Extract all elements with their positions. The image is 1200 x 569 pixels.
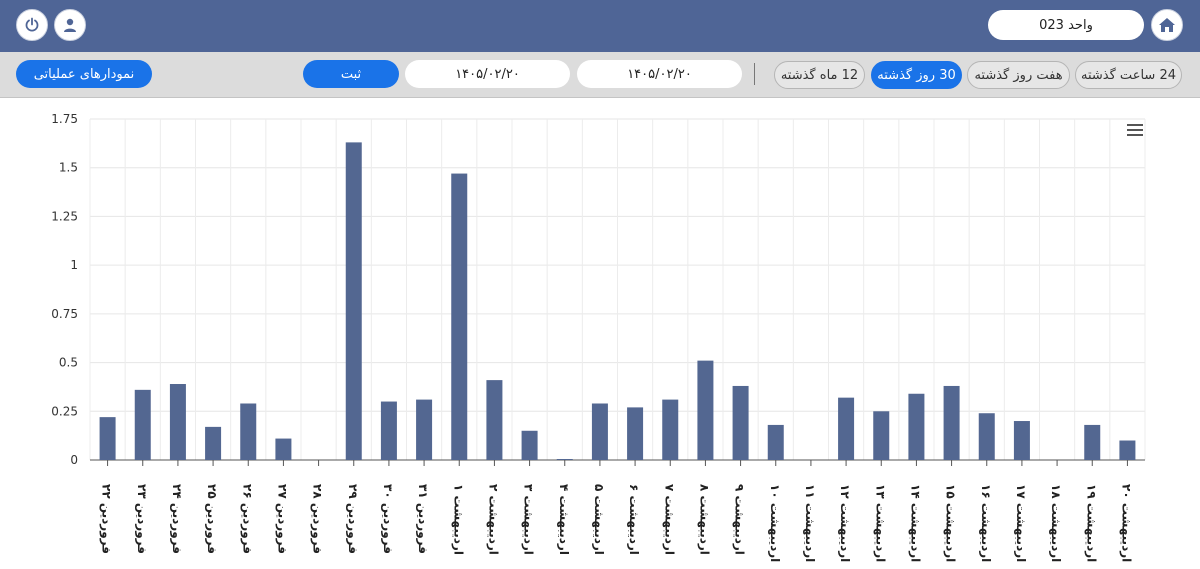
x-tick-label: اردیبهشت ۱۸ bbox=[1049, 484, 1063, 562]
bar bbox=[1084, 424, 1101, 460]
x-tick-label: اردیبهشت ۱۶ bbox=[979, 484, 993, 562]
bar bbox=[838, 397, 855, 460]
toolbar-separator bbox=[754, 63, 755, 85]
bar bbox=[556, 459, 573, 460]
x-tick-label: اردیبهشت ۱۵ bbox=[944, 484, 958, 562]
range-7-days-button[interactable]: هفت روز گذشته bbox=[967, 61, 1070, 89]
x-tick-label: فروردین ۲۲ bbox=[99, 484, 114, 554]
date-to-field[interactable]: ۱۴۰۵/۰۲/۲۰ bbox=[405, 60, 570, 88]
home-button[interactable] bbox=[1151, 9, 1183, 41]
submit-button[interactable]: ثبت bbox=[303, 60, 399, 88]
unit-label: واحد 023 bbox=[988, 10, 1144, 40]
x-tick-label: اردیبهشت ۷ bbox=[662, 484, 676, 555]
bar bbox=[416, 399, 433, 460]
y-tick-label: 0.5 bbox=[59, 356, 78, 370]
x-tick-label: اردیبهشت ۵ bbox=[592, 484, 606, 555]
bar-chart: 0 0.25 0.5 0.75 1 1.25 1.5 1.75 فروردین ۲۲ فروردی… bbox=[51, 112, 1146, 562]
bar bbox=[943, 385, 960, 460]
y-tick-label: 1 bbox=[70, 258, 78, 272]
bar bbox=[1119, 440, 1136, 460]
bar bbox=[767, 424, 784, 460]
bar bbox=[345, 142, 362, 460]
bar bbox=[978, 413, 995, 460]
power-button[interactable] bbox=[16, 9, 48, 41]
bar bbox=[591, 403, 608, 460]
x-tick-label: اردیبهشت ۶ bbox=[627, 484, 641, 555]
x-tick-label: اردیبهشت ۲ bbox=[486, 484, 500, 555]
bar bbox=[697, 360, 714, 460]
x-tick-label: اردیبهشت ۱۱ bbox=[803, 484, 817, 562]
range-30-days-button[interactable]: 30 روز گذشته bbox=[871, 61, 962, 89]
bar bbox=[451, 173, 468, 460]
bar bbox=[134, 389, 151, 460]
x-tick-label: فروردین ۲۹ bbox=[345, 484, 360, 554]
bar bbox=[275, 438, 292, 460]
x-tick-label: فروردین ۲۵ bbox=[204, 484, 219, 554]
x-tick-label: اردیبهشت ۱۴ bbox=[908, 484, 922, 562]
operational-charts-button[interactable]: نمودارهای عملیاتی bbox=[16, 60, 152, 88]
y-tick-label: 0.75 bbox=[51, 307, 78, 321]
y-tick-label: 0 bbox=[70, 453, 78, 467]
x-tick-label: اردیبهشت ۳ bbox=[522, 484, 536, 555]
home-icon bbox=[1159, 18, 1175, 32]
power-icon bbox=[25, 17, 39, 32]
chart-menu-icon[interactable] bbox=[1127, 124, 1143, 138]
y-tick-label: 1.5 bbox=[59, 161, 78, 175]
bar bbox=[1013, 421, 1030, 460]
bar bbox=[205, 426, 222, 460]
range-12-months-button[interactable]: 12 ماه گذشته bbox=[774, 61, 865, 89]
x-tick-label: فروردین ۲۸ bbox=[310, 484, 325, 554]
x-tick-label: اردیبهشت ۱۰ bbox=[768, 484, 782, 562]
x-tick-label: اردیبهشت ۹ bbox=[733, 484, 747, 555]
y-tick-label: 1.25 bbox=[51, 209, 78, 223]
x-tick-label: فروردین ۲۷ bbox=[274, 484, 289, 554]
bar bbox=[380, 401, 397, 460]
y-tick-label: 0.25 bbox=[51, 404, 78, 418]
x-tick-label: اردیبهشت ۱۷ bbox=[1014, 484, 1028, 562]
x-tick-label: فروردین ۲۶ bbox=[239, 484, 254, 554]
user-button[interactable] bbox=[54, 9, 86, 41]
range-24-hours-button[interactable]: 24 ساعت گذشته bbox=[1075, 61, 1182, 89]
bar bbox=[169, 384, 186, 460]
bar bbox=[908, 393, 925, 460]
bar bbox=[240, 403, 257, 460]
x-tick-label: اردیبهشت ۱۳ bbox=[873, 484, 887, 562]
bar bbox=[873, 411, 890, 460]
bar bbox=[627, 407, 644, 460]
bar bbox=[662, 399, 679, 460]
x-tick-label: اردیبهشت ۱۹ bbox=[1084, 484, 1098, 562]
x-tick-label: فروردین ۳۰ bbox=[380, 484, 395, 554]
x-tick-label: اردیبهشت ۱ bbox=[451, 484, 465, 555]
x-tick-label: فروردین ۲۴ bbox=[169, 484, 184, 554]
x-tick-label: اردیبهشت ۲۰ bbox=[1119, 484, 1133, 562]
bar bbox=[521, 430, 538, 460]
bar bbox=[99, 417, 116, 460]
user-icon bbox=[64, 18, 76, 32]
x-tick-label: اردیبهشت ۸ bbox=[697, 484, 711, 555]
x-tick-label: اردیبهشت ۴ bbox=[557, 484, 571, 555]
date-from-field[interactable]: ۱۴۰۵/۰۲/۲۰ bbox=[577, 60, 742, 88]
bar bbox=[486, 380, 503, 460]
x-tick-label: اردیبهشت ۱۲ bbox=[838, 484, 852, 562]
bar bbox=[732, 385, 749, 460]
x-tick-label: فروردین ۳۱ bbox=[415, 484, 430, 554]
y-tick-label: 1.75 bbox=[51, 112, 78, 126]
x-tick-label: فروردین ۲۳ bbox=[134, 484, 149, 554]
